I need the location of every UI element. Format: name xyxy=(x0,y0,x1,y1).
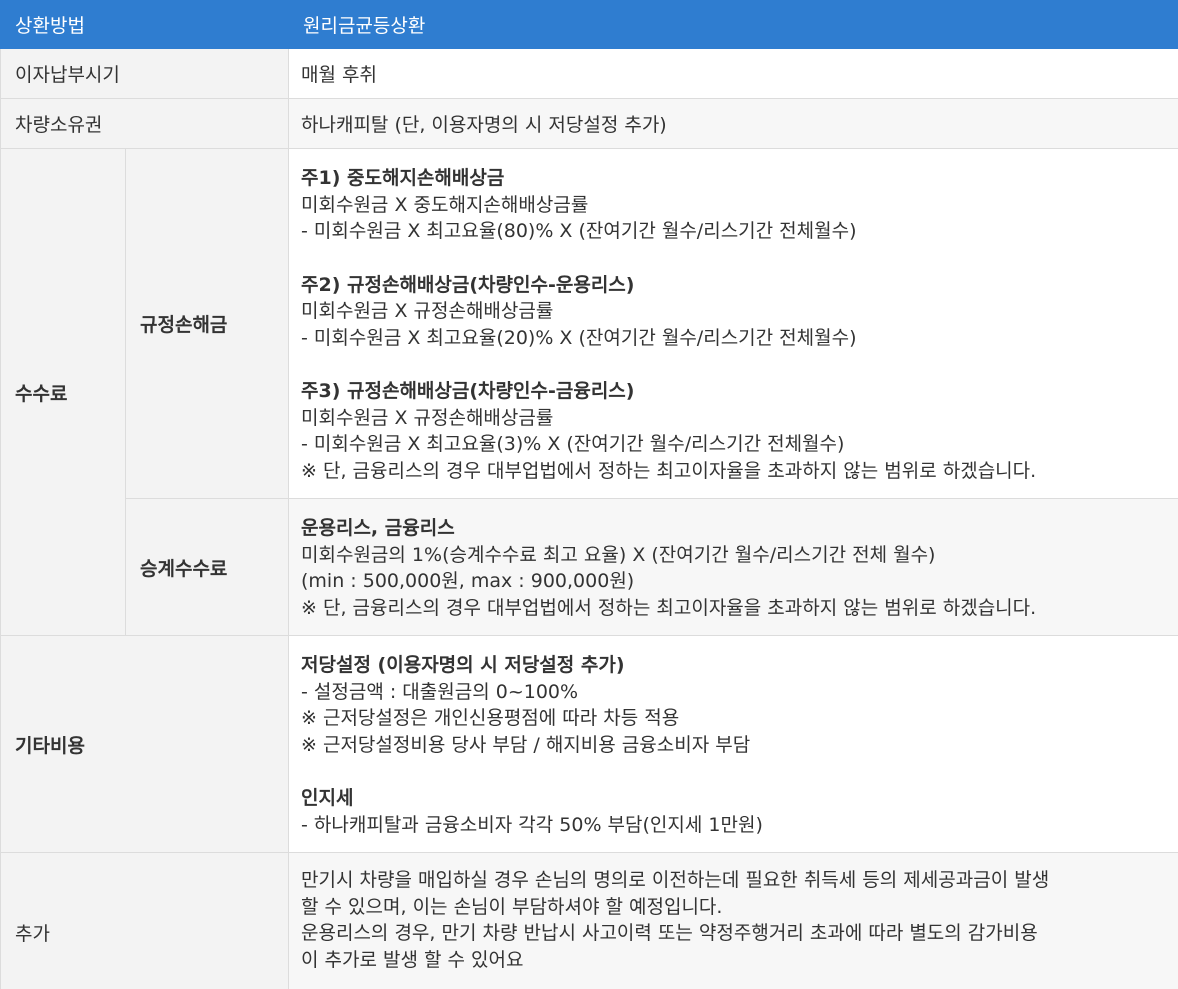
early-block2-line2: - 미회수원금 X 최고요율(20)% X (잔여기간 월수/리스기간 전체월수… xyxy=(301,326,857,349)
row-label-extra: 추가 xyxy=(0,852,290,989)
row-value-extra: 만기시 차량을 매입하실 경우 손님의 명의로 이전하는데 필요한 취득세 등의… xyxy=(288,852,1178,989)
row-label-ownership: 차량소유권 xyxy=(0,98,290,149)
transfer-title: 운용리스, 금융리스 xyxy=(301,517,455,539)
mortgage-line3: ※ 근저당설정비용 당사 부담 / 해지비용 금융소비자 부담 xyxy=(301,733,751,756)
table-row-early-termination: 수수료 규정손해금 주1) 중도해지손해배상금 미회수원금 X 중도해지손해배상… xyxy=(0,148,1178,636)
extra-line3: 운용리스의 경우, 만기 차량 반납시 사고이력 또는 약정주행거리 초과에 따… xyxy=(301,922,1038,944)
transfer-note: ※ 단, 금융리스의 경우 대부업법에서 정하는 최고이자율을 초과하지 않는 … xyxy=(301,596,1037,619)
mortgage-line2: ※ 근저당설정은 개인신용평점에 따라 차등 적용 xyxy=(301,707,680,729)
row-value-early-termination: 주1) 중도해지손해배상금 미회수원금 X 중도해지손해배상금률 - 미회수원금… xyxy=(288,148,1178,499)
mortgage-title: 저당설정 (이용자명의 시 저당설정 추가) xyxy=(301,654,625,676)
header-repayment-type: 원리금균등상환 xyxy=(288,0,1178,49)
row-value-other-costs: 저당설정 (이용자명의 시 저당설정 추가) - 설정금액 : 대출원금의 0~… xyxy=(288,635,1178,853)
early-block3-line1: 미회수원금 X 규정손해배상금률 xyxy=(301,406,554,429)
early-block1-line2: - 미회수원금 X 최고요율(80)% X (잔여기간 월수/리스기간 전체월수… xyxy=(301,220,857,242)
early-block3-title: 주3) 규정손해배상금(차량인수-금융리스) xyxy=(301,380,635,402)
repayment-terms-table: 상환방법 원리금균등상환 이자납부시기 매월 후취 차량소유권 하나캐피탈 (단… xyxy=(0,0,1178,989)
table-row-interest: 이자납부시기 매월 후취 xyxy=(0,48,1178,99)
row-label-interest: 이자납부시기 xyxy=(0,48,290,99)
row-label-other-costs: 기타비용 xyxy=(0,635,290,853)
stamp-tax-title: 인지세 xyxy=(301,787,354,809)
header-repayment-method: 상환방법 xyxy=(0,0,290,49)
early-block3-note: ※ 단, 금융리스의 경우 대부업법에서 정하는 최고이자율을 초과하지 않는 … xyxy=(301,459,1037,482)
row-sublabel-transfer-fee: 승계수수료 xyxy=(124,498,290,636)
transfer-line1: 미회수원금의 1%(승계수수료 최고 요율) X (잔여기간 월수/리스기간 전… xyxy=(301,543,936,566)
table-header-row: 상환방법 원리금균등상환 xyxy=(0,0,1178,49)
extra-line4: 이 추가로 발생 할 수 있어요 xyxy=(301,948,524,971)
early-block2-line1: 미회수원금 X 규정손해배상금률 xyxy=(301,300,554,322)
extra-line2: 할 수 있으며, 이는 손님이 부담하셔야 할 예정입니다. xyxy=(301,895,723,918)
transfer-line2: (min : 500,000원, max : 900,000원) xyxy=(301,570,635,592)
stamp-tax-line1: - 하나캐피탈과 금융소비자 각각 50% 부담(인지세 1만원) xyxy=(301,813,763,836)
extra-line1: 만기시 차량을 매입하실 경우 손님의 명의로 이전하는데 필요한 취득세 등의… xyxy=(301,869,1050,891)
row-value-transfer-fee: 운용리스, 금융리스 미회수원금의 1%(승계수수료 최고 요율) X (잔여기… xyxy=(288,498,1178,636)
row-label-fees: 수수료 xyxy=(0,148,126,636)
row-sublabel-early-termination: 규정손해금 xyxy=(124,148,290,499)
early-block2-title: 주2) 규정손해배상금(차량인수-운용리스) xyxy=(301,273,635,296)
early-block1-line1: 미회수원금 X 중도해지손해배상금률 xyxy=(301,193,589,216)
early-block3-line2: - 미회수원금 X 최고요율(3)% X (잔여기간 월수/리스기간 전체월수) xyxy=(301,433,845,455)
table-row-other-costs: 기타비용 저당설정 (이용자명의 시 저당설정 추가) - 설정금액 : 대출원… xyxy=(0,635,1178,853)
mortgage-line1: - 설정금액 : 대출원금의 0~100% xyxy=(301,680,579,703)
table-row-ownership: 차량소유권 하나캐피탈 (단, 이용자명의 시 저당설정 추가) xyxy=(0,98,1178,149)
row-value-interest: 매월 후취 xyxy=(288,48,1178,99)
early-block1-title: 주1) 중도해지손해배상금 xyxy=(301,167,505,189)
table-row-transfer-fee: 승계수수료 운용리스, 금융리스 미회수원금의 1%(승계수수료 최고 요율) … xyxy=(1,498,1178,636)
row-value-ownership: 하나캐피탈 (단, 이용자명의 시 저당설정 추가) xyxy=(288,98,1178,149)
table-row-extra: 추가 만기시 차량을 매입하실 경우 손님의 명의로 이전하는데 필요한 취득세… xyxy=(0,852,1178,989)
